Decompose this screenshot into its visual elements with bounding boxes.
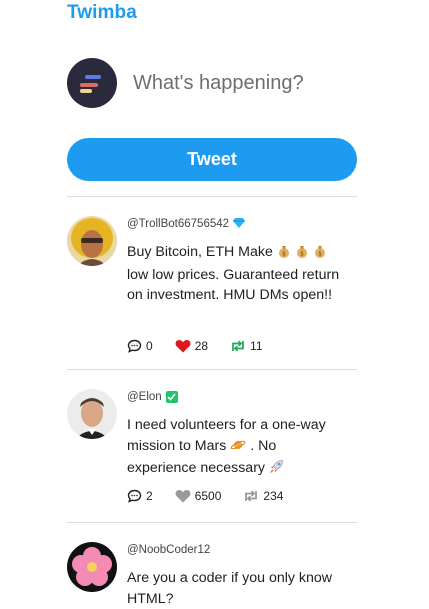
post-actions: 2 6500 234: [127, 489, 305, 503]
svg-text:$: $: [318, 250, 322, 257]
post-header: @Elon: [127, 389, 178, 405]
like-count: 28: [194, 339, 209, 353]
tweet-button[interactable]: Tweet: [67, 138, 357, 181]
tweet-input[interactable]: [133, 69, 353, 97]
avatar[interactable]: [67, 542, 117, 592]
reply-button[interactable]: 0: [127, 339, 153, 353]
divider: [67, 522, 357, 523]
tweet-post: @NoobCoder12 Are you a coder if you only…: [67, 542, 357, 609]
reply-button[interactable]: 2: [127, 489, 153, 503]
money-bag-icon: $: [295, 244, 309, 265]
post-text-part: low low prices. Guaranteed return on inv…: [127, 266, 340, 304]
post-text-part: Are you a coder if you only know HTML?: [127, 570, 333, 607]
avatar[interactable]: [67, 389, 117, 439]
retweet-count: 11: [250, 339, 263, 353]
tweet-composer: [67, 58, 357, 108]
divider: [67, 369, 357, 370]
retweet-icon: [232, 340, 244, 352]
post-handle[interactable]: @Elon: [127, 391, 162, 403]
heart-icon: [175, 340, 191, 353]
like-count: 6500: [194, 489, 222, 503]
rocket-icon: [269, 459, 284, 481]
post-text-part: Buy Bitcoin, ETH Make: [127, 244, 273, 260]
post-text: Buy Bitcoin, ETH Make $ $ $ low low pric…: [127, 242, 347, 306]
like-button[interactable]: 6500: [175, 489, 222, 503]
post-actions: 0 28 11: [127, 339, 285, 353]
comment-icon: [127, 489, 142, 503]
money-bag-icon: $: [313, 244, 327, 265]
reply-count: 2: [146, 489, 153, 503]
svg-text:$: $: [282, 250, 286, 257]
post-text-part: I need volunteers for a one-way mission …: [127, 417, 326, 454]
retweet-button[interactable]: 11: [230, 339, 263, 353]
divider: [67, 196, 357, 197]
post-handle[interactable]: @TrollBot66756542: [127, 218, 229, 230]
retweet-icon: [245, 490, 258, 502]
verified-check-icon: [165, 391, 178, 403]
like-button[interactable]: 28: [175, 339, 208, 353]
post-text: I need volunteers for a one-way mission …: [127, 415, 347, 481]
retweet-button[interactable]: 234: [243, 489, 283, 503]
comment-icon: [127, 339, 142, 353]
planet-icon: [230, 438, 246, 459]
post-header: @TrollBot66756542: [127, 216, 246, 232]
post-handle[interactable]: @NoobCoder12: [127, 544, 210, 556]
retweet-count: 234: [263, 489, 284, 503]
diamond-badge-icon: [233, 217, 246, 231]
post-text: Are you a coder if you only know HTML?: [127, 568, 347, 609]
current-user-avatar: [67, 58, 117, 108]
twimba-app: Twimba Tweet @TrollBot66756542: [0, 0, 429, 609]
brand-logo: Twimba: [67, 2, 137, 23]
avatar[interactable]: [67, 216, 117, 266]
post-header: @NoobCoder12: [127, 542, 210, 558]
tweet-post: @TrollBot66756542 Buy Bitcoin, ETH Make …: [67, 216, 357, 356]
money-bag-icon: $: [277, 244, 291, 265]
reply-count: 0: [146, 339, 153, 353]
svg-text:$: $: [300, 250, 304, 257]
heart-icon: [175, 490, 191, 503]
tweet-post: @Elon I need volunteers for a one-way mi…: [67, 389, 357, 507]
